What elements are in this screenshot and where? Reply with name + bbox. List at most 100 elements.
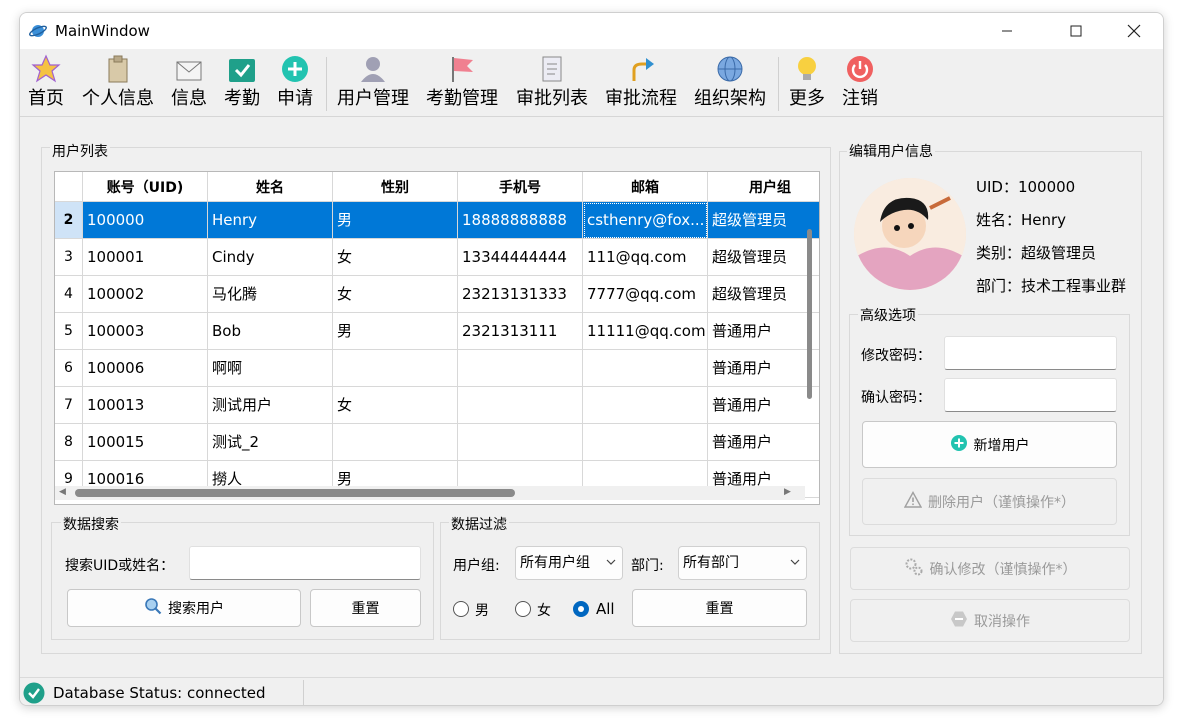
user-group-select[interactable]: 所有用户组 xyxy=(515,546,623,580)
table-cell[interactable]: 100001 xyxy=(83,239,208,276)
filter-reset-button[interactable]: 重置 xyxy=(632,589,807,627)
toolbar-logout-button[interactable]: 注销 xyxy=(842,53,878,115)
table-cell[interactable]: 测试_2 xyxy=(208,424,333,461)
user-table[interactable]: 账号（UID) 姓名 性别 手机号 邮箱 用户组 2 100000 Henry … xyxy=(54,171,820,505)
search-input[interactable] xyxy=(189,546,421,580)
table-cell[interactable]: 马化腾 xyxy=(208,276,333,313)
column-header[interactable]: 账号（UID) xyxy=(83,172,208,202)
search-reset-button[interactable]: 重置 xyxy=(310,589,421,627)
toolbar-attendance-management-button[interactable]: 考勤管理 xyxy=(426,53,498,115)
delete-user-button[interactable]: 删除用户（谨慎操作*） xyxy=(862,478,1117,525)
flag-icon xyxy=(447,53,477,85)
table-cell[interactable]: 100002 xyxy=(83,276,208,313)
table-cell[interactable]: 男 xyxy=(333,202,458,239)
radio-all[interactable] xyxy=(573,601,589,617)
close-button[interactable] xyxy=(1105,13,1163,49)
radio-male[interactable] xyxy=(453,601,469,617)
table-cell[interactable]: csthenry@fox... xyxy=(583,202,708,239)
table-cell[interactable]: 女 xyxy=(333,276,458,313)
toolbar-user-management-button[interactable]: 用户管理 xyxy=(337,53,409,115)
table-horizontal-scrollbar[interactable]: ◀ ▶ xyxy=(55,486,805,500)
toolbar-attendance-button[interactable]: 考勤 xyxy=(224,53,260,115)
column-header[interactable]: 性别 xyxy=(333,172,458,202)
toolbar-approval-list-button[interactable]: 审批列表 xyxy=(516,53,588,115)
table-cell[interactable]: 23213131333 xyxy=(458,276,583,313)
maximize-button[interactable] xyxy=(1047,13,1105,49)
dept-label: 部门: xyxy=(631,558,664,574)
database-status: Database Status: connected xyxy=(53,684,266,702)
user-list-title: 用户列表 xyxy=(50,141,110,161)
table-cell[interactable]: 100006 xyxy=(83,350,208,387)
radio-all-label: All xyxy=(596,600,615,618)
table-cell[interactable] xyxy=(458,424,583,461)
table-cell[interactable] xyxy=(333,424,458,461)
table-cell[interactable]: 111@qq.com xyxy=(583,239,708,276)
document-icon xyxy=(537,53,567,85)
column-header[interactable]: 用户组 xyxy=(708,172,819,202)
table-cell[interactable]: Cindy xyxy=(208,239,333,276)
column-header[interactable]: 姓名 xyxy=(208,172,333,202)
table-cell[interactable] xyxy=(583,387,708,424)
table-cell[interactable]: 测试用户 xyxy=(208,387,333,424)
toolbar-apply-button[interactable]: 申请 xyxy=(277,53,313,115)
row-header[interactable]: 4 xyxy=(55,276,83,313)
table-cell[interactable] xyxy=(458,387,583,424)
table-cell[interactable]: 18888888888 xyxy=(458,202,583,239)
row-header[interactable]: 5 xyxy=(55,313,83,350)
toolbar-home-button[interactable]: 首页 xyxy=(28,53,64,115)
cancel-operation-button[interactable]: 取消操作 xyxy=(850,599,1130,642)
column-header[interactable]: 手机号 xyxy=(458,172,583,202)
password-input[interactable] xyxy=(944,336,1117,370)
info-dept: 部门：技术工程事业群 xyxy=(976,277,1127,295)
minimize-button[interactable] xyxy=(978,13,1036,49)
toolbar-messages-button[interactable]: 信息 xyxy=(171,53,207,115)
table-cell[interactable]: 2321313111 xyxy=(458,313,583,350)
table-cell[interactable]: 男 xyxy=(333,313,458,350)
table-vertical-scrollbar[interactable] xyxy=(804,213,816,495)
table-cell[interactable]: 啊啊 xyxy=(208,350,333,387)
table-cell[interactable]: Bob xyxy=(208,313,333,350)
table-cell[interactable]: 女 xyxy=(333,239,458,276)
search-user-button[interactable]: 搜索用户 xyxy=(67,589,301,627)
toolbar-org-structure-button[interactable]: 组织架构 xyxy=(694,53,766,115)
table-cell[interactable]: 13344444444 xyxy=(458,239,583,276)
table-cell[interactable]: 100015 xyxy=(83,424,208,461)
check-circle-icon xyxy=(23,682,45,705)
confirm-password-input[interactable] xyxy=(944,378,1117,412)
column-header[interactable]: 邮箱 xyxy=(583,172,708,202)
row-header[interactable]: 8 xyxy=(55,424,83,461)
scrollbar-thumb[interactable] xyxy=(807,229,812,399)
table-cell[interactable] xyxy=(583,424,708,461)
toolbar-approval-flow-button[interactable]: 审批流程 xyxy=(605,53,677,115)
table-cell[interactable] xyxy=(583,350,708,387)
search-group-title: 数据搜索 xyxy=(61,514,121,534)
row-header[interactable]: 6 xyxy=(55,350,83,387)
scroll-left-arrow-icon[interactable]: ◀ xyxy=(59,487,66,497)
table-cell[interactable] xyxy=(458,350,583,387)
toolbar: 首页 个人信息 信息 考勤 申请 用户管理 考勤管理 审批列表 审批流程 组织架… xyxy=(20,49,1163,117)
plus-circle-icon xyxy=(950,434,968,456)
scrollbar-thumb[interactable] xyxy=(75,489,515,497)
table-cell[interactable]: 11111@qq.com xyxy=(583,313,708,350)
table-cell[interactable]: 女 xyxy=(333,387,458,424)
toolbar-more-button[interactable]: 更多 xyxy=(789,53,825,115)
row-header[interactable]: 2 xyxy=(55,202,83,239)
confirm-modify-button[interactable]: 确认修改（谨慎操作*） xyxy=(850,547,1130,590)
table-cell[interactable]: 100000 xyxy=(83,202,208,239)
table-cell[interactable]: Henry xyxy=(208,202,333,239)
toolbar-profile-button[interactable]: 个人信息 xyxy=(82,53,154,115)
row-header[interactable]: 7 xyxy=(55,387,83,424)
table-cell[interactable]: 100013 xyxy=(83,387,208,424)
dept-select[interactable]: 所有部门 xyxy=(678,546,807,580)
add-user-button[interactable]: 新增用户 xyxy=(862,421,1117,468)
search-label: 搜索UID或姓名： xyxy=(65,558,175,574)
radio-female[interactable] xyxy=(515,601,531,617)
table-cell[interactable]: 100003 xyxy=(83,313,208,350)
window-title: MainWindow xyxy=(55,22,150,40)
table-cell[interactable] xyxy=(333,350,458,387)
scroll-right-arrow-icon[interactable]: ▶ xyxy=(784,487,791,497)
filter-group-title: 数据过滤 xyxy=(449,514,509,534)
table-cell[interactable]: 7777@qq.com xyxy=(583,276,708,313)
row-header[interactable]: 3 xyxy=(55,239,83,276)
user-group-label: 用户组: xyxy=(453,558,500,574)
